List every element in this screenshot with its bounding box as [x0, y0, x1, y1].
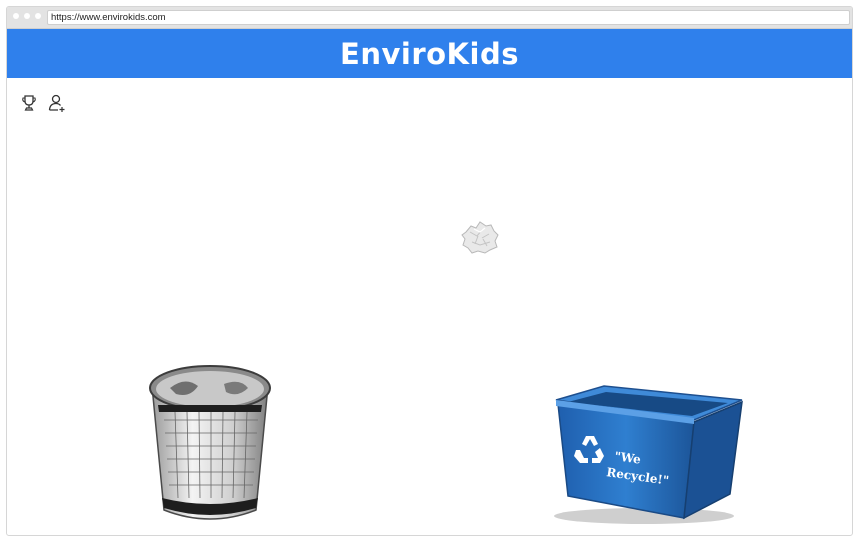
- window-dot[interactable]: [13, 13, 19, 19]
- browser-toolbar: https://www.envirokids.com: [7, 7, 852, 29]
- crumpled-paper[interactable]: [460, 218, 500, 256]
- window-dot[interactable]: [24, 13, 30, 19]
- site-title: EnviroKids: [340, 36, 519, 71]
- trophy-icon[interactable]: [19, 93, 39, 113]
- window-dot[interactable]: [35, 13, 41, 19]
- trash-can[interactable]: [140, 358, 280, 523]
- site-header: EnviroKids: [7, 29, 852, 78]
- address-bar[interactable]: https://www.envirokids.com: [47, 10, 850, 25]
- top-icons: [19, 93, 67, 113]
- add-user-icon[interactable]: [47, 93, 67, 113]
- recycling-bin[interactable]: "We Recycle!": [544, 376, 746, 526]
- window-controls: [13, 13, 41, 19]
